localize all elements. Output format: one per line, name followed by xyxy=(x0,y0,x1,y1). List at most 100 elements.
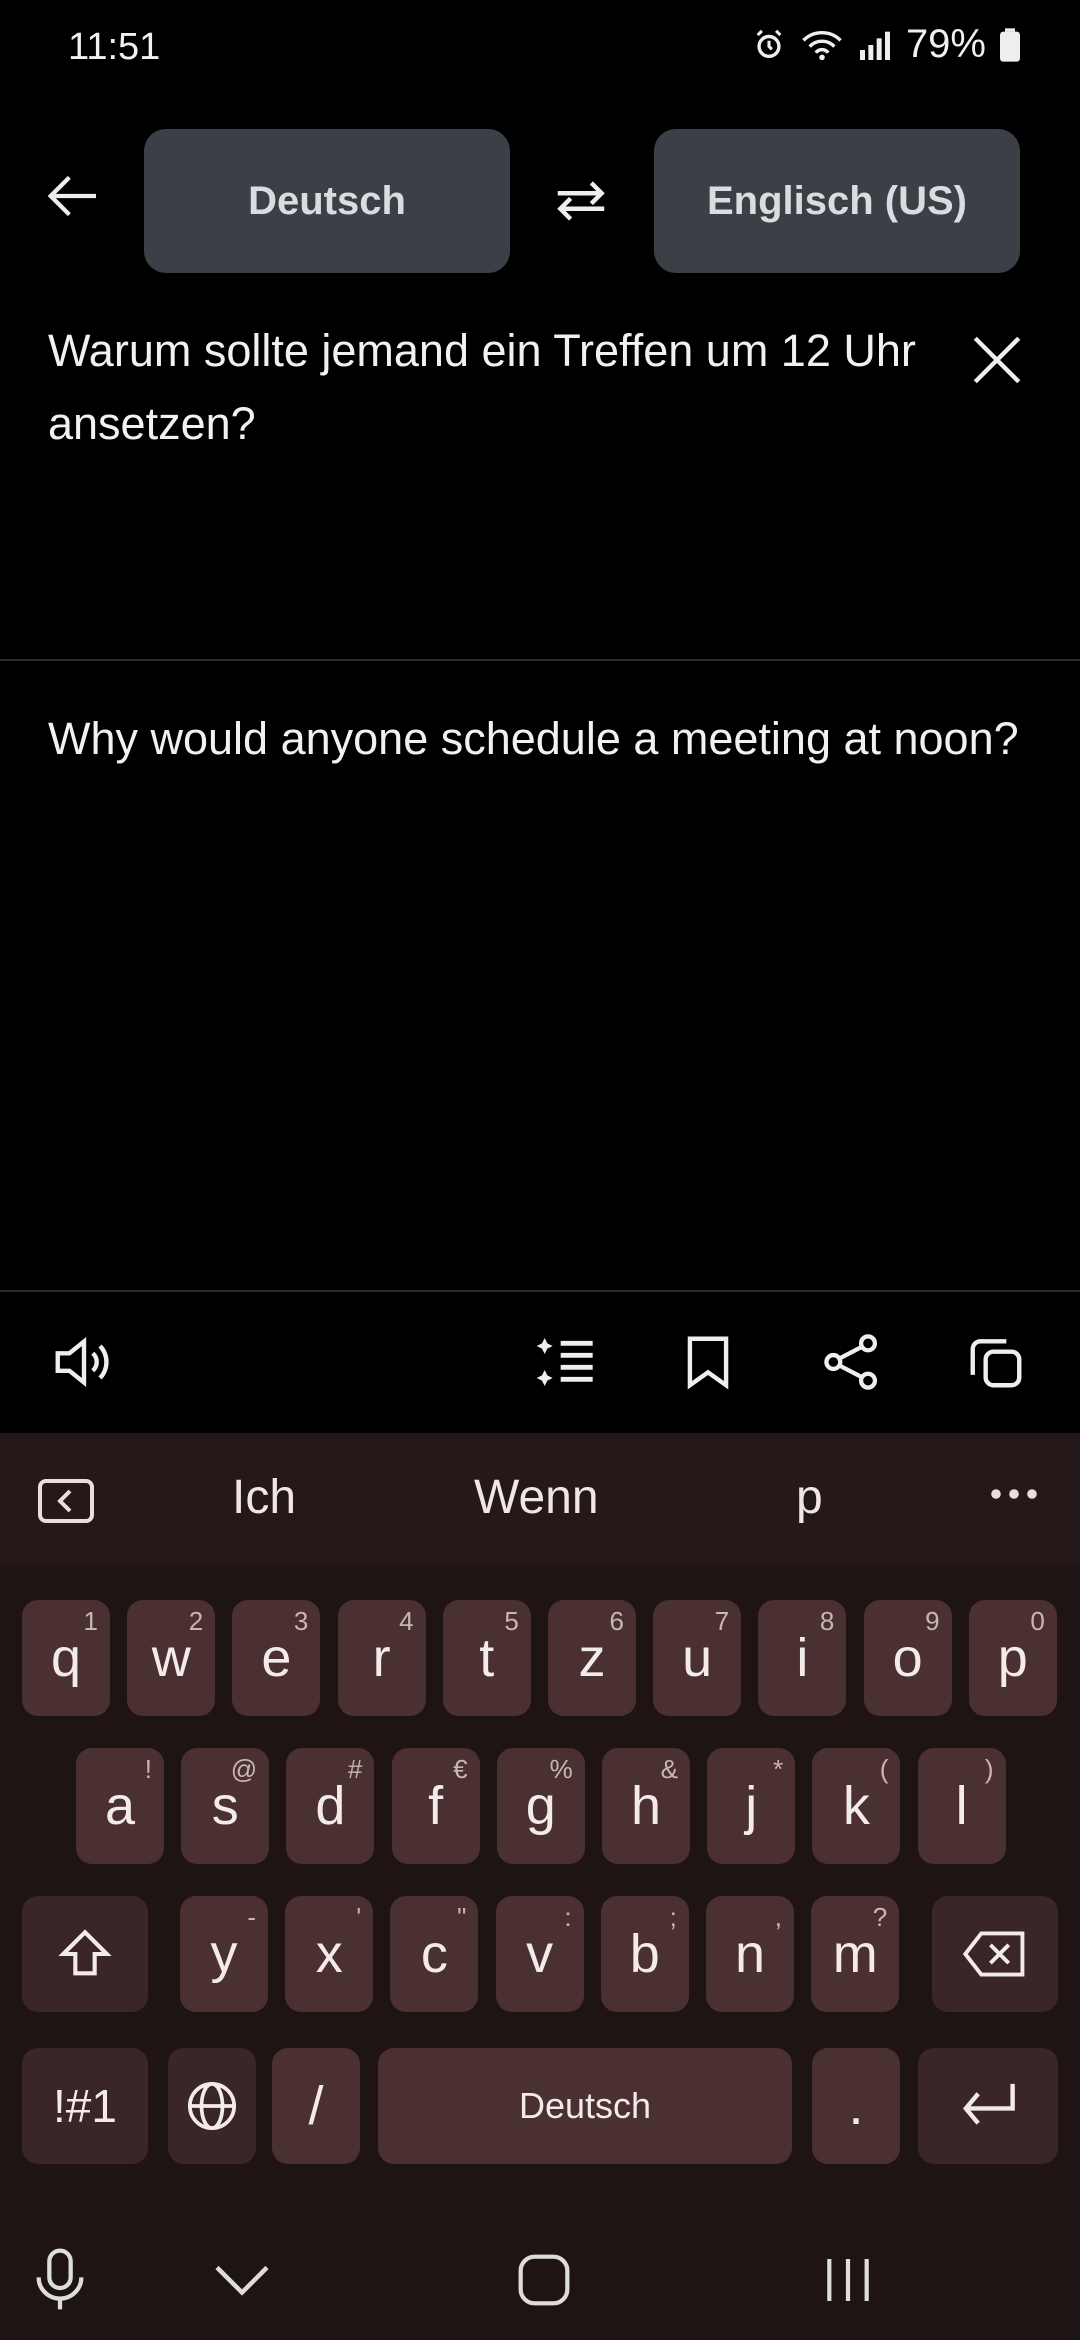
swap-icon xyxy=(557,181,605,221)
battery-icon xyxy=(1000,27,1020,62)
hide-keyboard-button[interactable] xyxy=(202,2240,282,2320)
key-z[interactable]: z6 xyxy=(548,1600,636,1716)
key-secondary-label: 6 xyxy=(609,1606,624,1636)
key-secondary-label: 0 xyxy=(1030,1606,1045,1636)
recent-apps-button[interactable] xyxy=(808,2240,888,2320)
enter-key[interactable] xyxy=(918,2048,1058,2164)
clear-text-button[interactable] xyxy=(962,325,1032,395)
key-label: e xyxy=(261,1628,292,1688)
key-secondary-label: 4 xyxy=(399,1606,414,1636)
language-key[interactable] xyxy=(168,2048,256,2164)
key-label: t xyxy=(479,1628,495,1688)
key-g[interactable]: g% xyxy=(496,1748,585,1864)
key-secondary-label: 9 xyxy=(925,1606,940,1636)
key-s[interactable]: s @ xyxy=(181,1748,270,1864)
chevron-down-icon xyxy=(215,2265,269,2296)
more-icon xyxy=(991,1489,1037,1499)
key-label: i xyxy=(796,1628,809,1688)
key-q[interactable]: q1 xyxy=(22,1600,110,1716)
keyboard-toolbar-button[interactable] xyxy=(38,1478,94,1524)
listen-button[interactable] xyxy=(46,1324,122,1400)
key-o[interactable]: o9 xyxy=(863,1600,952,1716)
source-text-input[interactable]: Warum sollte jemand ein Treffen um 12 Uh… xyxy=(48,314,928,460)
arrow-left-icon xyxy=(47,175,96,217)
key-b[interactable]: b; xyxy=(600,1896,689,2012)
key-label: n xyxy=(734,1924,766,1984)
key-secondary-label: 3 xyxy=(293,1606,309,1636)
home-button[interactable] xyxy=(504,2240,584,2320)
copy-button[interactable] xyxy=(958,1324,1034,1400)
suggestion-3[interactable]: p xyxy=(796,1470,823,1525)
key-label: w xyxy=(151,1628,191,1688)
key-n[interactable]: n, xyxy=(706,1896,794,2012)
key-secondary-label: ? xyxy=(872,1902,888,1932)
key-secondary-label: ; xyxy=(669,1902,677,1932)
key-secondary-label: ) xyxy=(984,1754,994,1784)
key-m[interactable]: m? xyxy=(811,1896,900,2012)
key-v[interactable]: v: xyxy=(495,1896,584,2012)
swap-languages-button[interactable] xyxy=(545,165,617,237)
microphone-icon xyxy=(36,2248,84,2310)
key-label: q xyxy=(50,1628,82,1688)
source-language-button[interactable]: Deutsch xyxy=(144,129,510,273)
shift-key[interactable] xyxy=(22,1896,148,2012)
key-c[interactable]: c " xyxy=(390,1896,479,2012)
key-r[interactable]: r4 xyxy=(337,1600,426,1716)
key-secondary-label: # xyxy=(347,1754,363,1784)
slash-key[interactable]: / xyxy=(272,2048,360,2164)
speaker-icon xyxy=(55,1337,109,1387)
more-options-button[interactable] xyxy=(988,1470,1040,1520)
save-button[interactable] xyxy=(670,1324,746,1400)
suggestion-1[interactable]: Ich xyxy=(232,1470,296,1525)
key-label: l xyxy=(955,1776,968,1836)
key-label: b xyxy=(629,1924,660,1984)
key-j[interactable]: j * xyxy=(707,1748,796,1864)
translation-output: Why would anyone schedule a meeting at n… xyxy=(48,713,1019,764)
status-time: 11:51 xyxy=(68,26,161,68)
space-key[interactable]: Deutsch xyxy=(378,2048,792,2164)
backspace-key[interactable] xyxy=(932,1896,1058,2012)
key-label: y xyxy=(210,1924,238,1984)
key-k[interactable]: k( xyxy=(812,1748,901,1864)
key-p[interactable]: p0 xyxy=(968,1600,1057,1716)
ai-summary-button[interactable] xyxy=(528,1324,604,1400)
wifi-icon xyxy=(802,30,842,60)
key-label: h xyxy=(630,1776,662,1836)
key-h[interactable]: h & xyxy=(602,1748,690,1864)
key-e[interactable]: e3 xyxy=(232,1600,321,1716)
divider xyxy=(0,659,1080,661)
period-key[interactable]: . xyxy=(812,2048,900,2164)
share-button[interactable] xyxy=(814,1324,890,1400)
close-icon xyxy=(973,336,1021,384)
key-secondary-label: ! xyxy=(144,1754,152,1784)
key-label: j xyxy=(745,1776,758,1836)
voice-input-button[interactable] xyxy=(20,2240,100,2320)
key-f[interactable]: f € xyxy=(391,1748,480,1864)
key-label: o xyxy=(892,1628,923,1688)
key-secondary-label: % xyxy=(549,1754,573,1784)
key-label: a xyxy=(104,1776,136,1836)
key-secondary-label: ' xyxy=(356,1902,362,1932)
key-u[interactable]: u7 xyxy=(653,1600,742,1716)
key-l[interactable]: l) xyxy=(917,1748,1006,1864)
key-a[interactable]: a! xyxy=(76,1748,164,1864)
target-language-button[interactable]: Englisch (US) xyxy=(654,129,1020,273)
key-d[interactable]: d # xyxy=(286,1748,375,1864)
copy-icon xyxy=(970,1339,1022,1388)
key-label: u xyxy=(682,1628,713,1688)
key-secondary-label: ( xyxy=(879,1754,889,1784)
key-secondary-label: 8 xyxy=(819,1606,835,1636)
key-y[interactable]: y- xyxy=(180,1896,268,2012)
key-label: m xyxy=(832,1924,878,1984)
key-secondary-label: 5 xyxy=(504,1606,519,1636)
status-icons: 79% xyxy=(752,22,1020,67)
suggestion-2[interactable]: Wenn xyxy=(474,1470,599,1525)
back-button[interactable] xyxy=(36,160,108,232)
key-x[interactable]: x ' xyxy=(285,1896,374,2012)
key-i[interactable]: i8 xyxy=(758,1600,847,1716)
recents-icon xyxy=(827,2259,869,2301)
key-t[interactable]: t5 xyxy=(442,1600,531,1716)
key-secondary-label: 1 xyxy=(83,1606,98,1636)
key-w[interactable]: w2 xyxy=(127,1600,216,1716)
symbols-key[interactable]: !#1 xyxy=(22,2048,148,2164)
